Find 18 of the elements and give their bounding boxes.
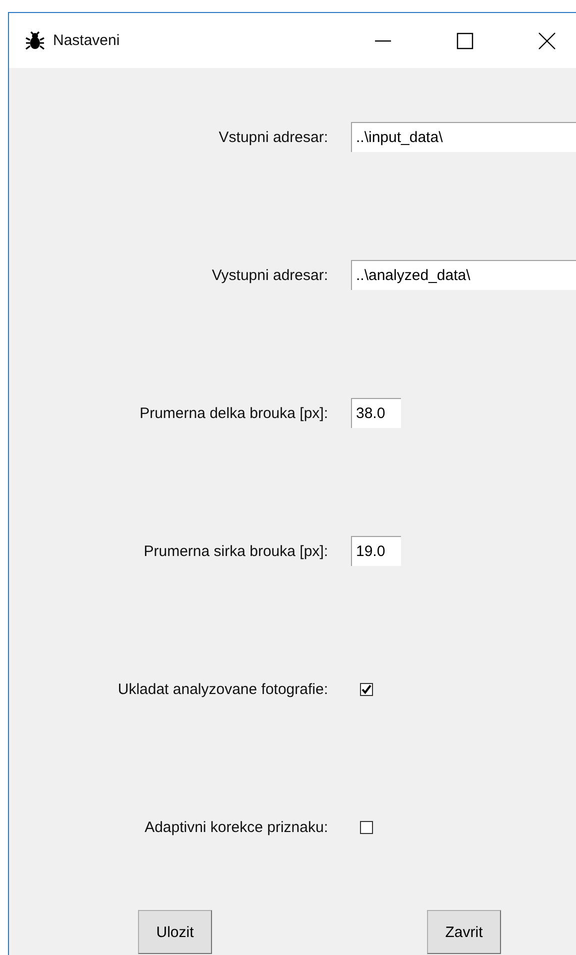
close-button[interactable]: Zavrit [427,910,501,954]
checkbox[interactable] [360,820,373,834]
setting-label: Ukladat analyzovane fotografie: [116,680,328,698]
checkbox[interactable] [360,682,373,696]
number-field[interactable]: 38.0 [351,398,401,428]
setting-label: Vystupni adresar: [210,266,328,284]
setting-label: Prumerna sirka brouka [px]: [142,542,328,560]
window-title: Nastaveni [53,32,120,49]
setting-label: Vstupni adresar: [218,128,328,146]
number-field[interactable]: 19.0 [351,536,401,566]
setting-label: Adaptivni korekce priznaku: [144,818,328,836]
bug-icon [25,30,45,50]
path-field[interactable]: ..\input_data\ [351,122,576,152]
save-button[interactable]: Ulozit [138,910,212,954]
path-field[interactable]: ..\analyzed_data\ [351,260,576,290]
setting-label: Prumerna delka brouka [px]: [138,404,328,422]
maximize-icon[interactable] [456,32,474,50]
close-icon[interactable] [538,32,556,50]
